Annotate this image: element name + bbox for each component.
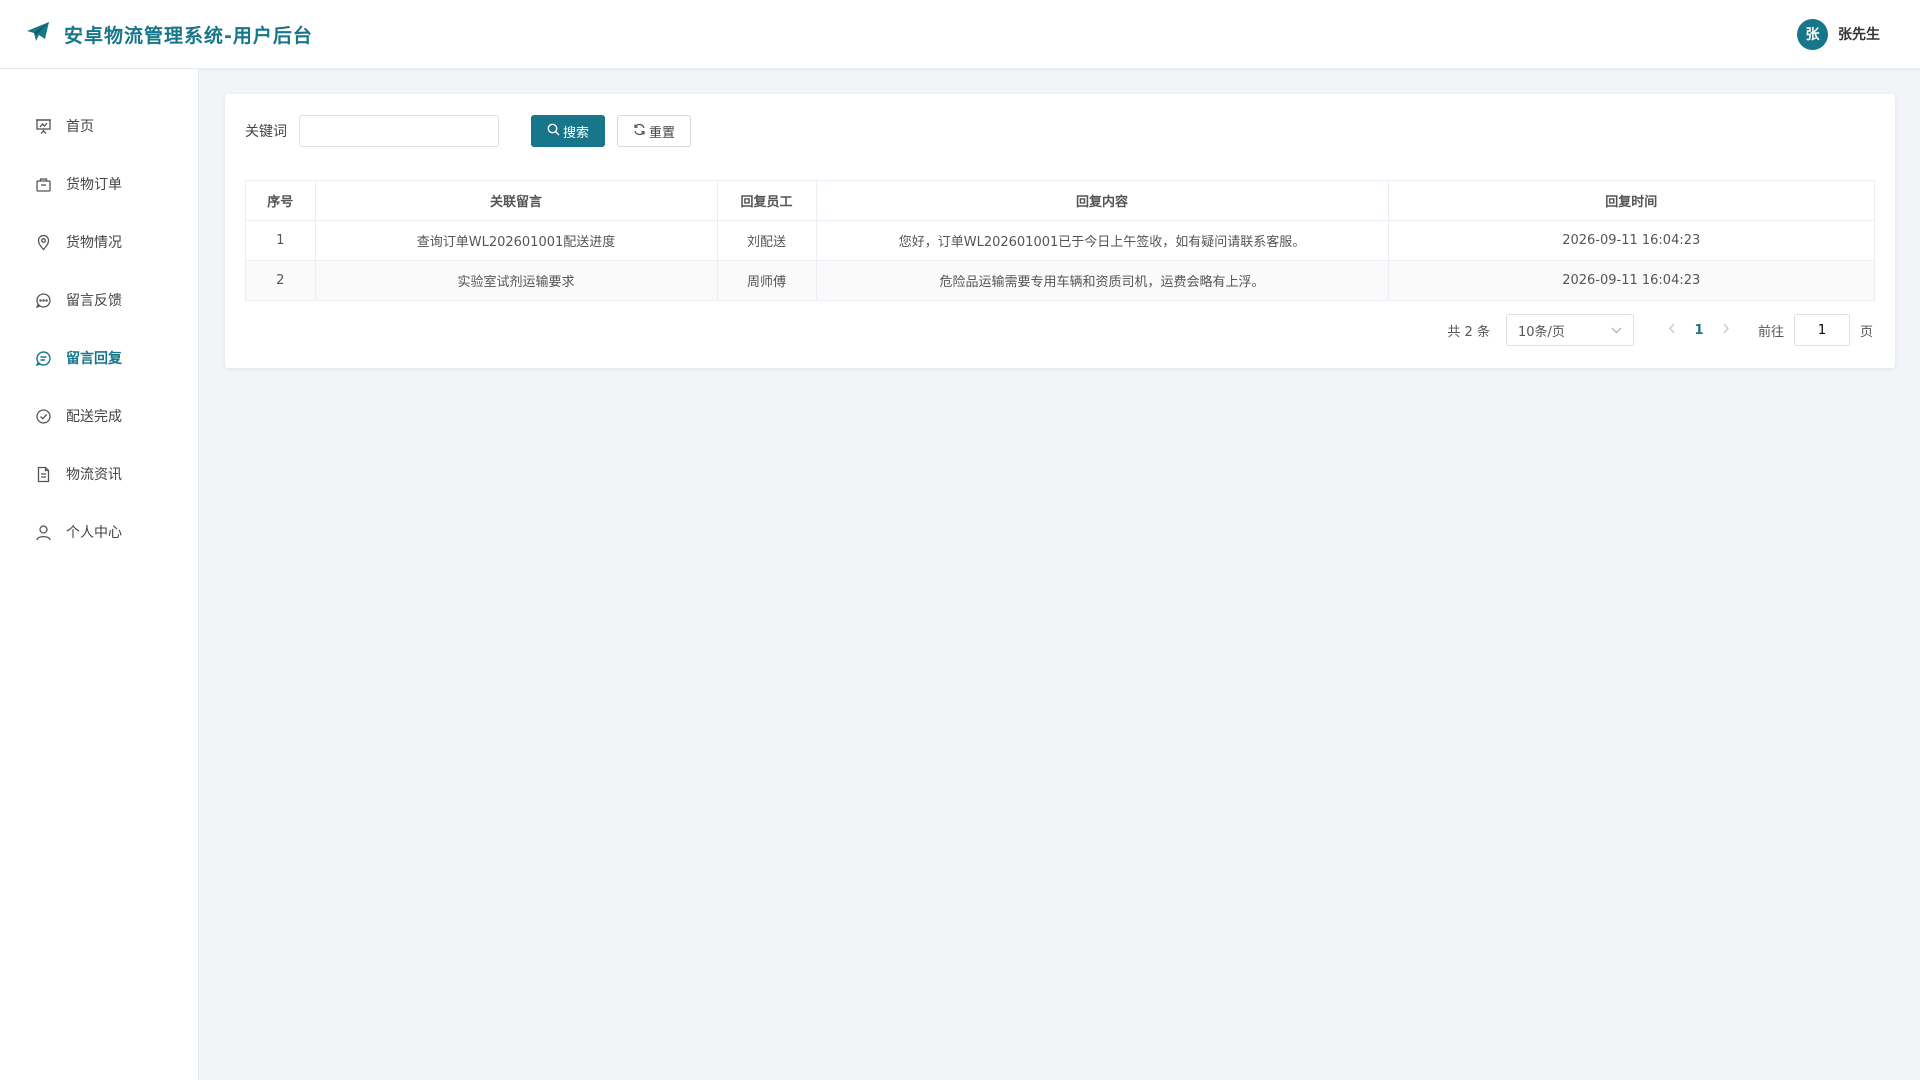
table-cell: 危险品运输需要专用车辆和资质司机，运费会略有上浮。: [816, 260, 1389, 300]
reset-button[interactable]: 重置: [617, 115, 691, 147]
next-page-button[interactable]: [1710, 322, 1742, 338]
sidebar-item-replies[interactable]: 留言回复: [0, 329, 198, 387]
column-header: 序号: [246, 181, 316, 221]
prev-page-button[interactable]: [1656, 322, 1688, 338]
sidebar-item-profile[interactable]: 个人中心: [0, 503, 198, 561]
table-row[interactable]: 1 查询订单WL202601001配送进度 刘配送 您好，订单WL2026010…: [246, 220, 1874, 261]
app-title: 安卓物流管理系统-用户后台: [64, 24, 313, 47]
document-icon: [34, 465, 52, 483]
sidebar-item-orders[interactable]: 货物订单: [0, 155, 198, 213]
keyword-input[interactable]: [299, 115, 499, 147]
goto-label: 前往: [1757, 324, 1784, 340]
goto-page-input[interactable]: [1793, 314, 1850, 346]
table-cell: 2026-09-11 16:04:23: [1388, 220, 1874, 261]
pagination: 共 2 条 10条/页 1 前往 页: [245, 314, 1875, 346]
sidebar-item-label: 配送完成: [66, 409, 122, 425]
column-header: 回复内容: [816, 181, 1389, 221]
user-icon: [34, 523, 52, 541]
brand: 安卓物流管理系统-用户后台: [26, 21, 313, 48]
sidebar-item-label: 首页: [66, 119, 94, 135]
sidebar-item-cargo-status[interactable]: 货物情况: [0, 213, 198, 271]
page-size-select[interactable]: 10条/页: [1505, 314, 1634, 346]
sidebar: 首页 货物订单 货物情况 留言反馈 留言回复 配送完成 物流资讯 个人中心: [0, 69, 199, 1080]
sidebar-item-label: 留言反馈: [66, 293, 122, 309]
sidebar-item-label: 个人中心: [66, 525, 122, 541]
column-header: 回复员工: [717, 181, 817, 221]
pagination-total: 共 2 条: [1447, 324, 1490, 340]
sidebar-item-feedback[interactable]: 留言反馈: [0, 271, 198, 329]
table-cell: 实验室试剂运输要求: [315, 260, 718, 300]
check-circle-icon: [34, 407, 52, 425]
box-icon: [34, 175, 52, 193]
table-cell: 刘配送: [717, 220, 817, 261]
table-cell: 周师傅: [717, 260, 817, 300]
reply-table: 序号 关联留言 回复员工 回复内容 回复时间 1 查询订单WL202601001…: [245, 180, 1875, 301]
paper-plane-icon: [26, 21, 50, 47]
refresh-icon: [633, 123, 646, 140]
sidebar-item-label: 物流资讯: [66, 467, 122, 483]
table-cell: 1: [246, 220, 316, 261]
table-cell: 2: [246, 260, 316, 300]
search-button[interactable]: 搜索: [531, 115, 605, 147]
presentation-icon: [34, 117, 52, 135]
table-cell: 查询订单WL202601001配送进度: [315, 220, 718, 261]
column-header: 关联留言: [315, 181, 718, 221]
keyword-label: 关键词: [245, 124, 287, 140]
location-pin-icon: [34, 233, 52, 251]
table-cell: 2026-09-11 16:04:23: [1388, 260, 1874, 300]
reply-list-card: 关键词 搜索 重置 序号 关联留言 回复员工 回复内容 回复时间 1 查询订单W…: [225, 94, 1895, 368]
avatar[interactable]: 张: [1797, 18, 1828, 50]
page-suffix-label: 页: [1859, 324, 1873, 340]
table-header-row: 序号 关联留言 回复员工 回复内容 回复时间: [246, 181, 1874, 221]
table-cell: 您好，订单WL202601001已于今日上午签收，如有疑问请联系客服。: [816, 220, 1389, 261]
top-header: 安卓物流管理系统-用户后台 张 张先生: [0, 0, 1920, 69]
sidebar-item-label: 货物订单: [66, 177, 122, 193]
page-number-current[interactable]: 1: [1688, 323, 1710, 338]
main-content: 关键词 搜索 重置 序号 关联留言 回复员工 回复内容 回复时间 1 查询订单W…: [225, 94, 1895, 368]
chat-lines-icon: [34, 349, 52, 367]
search-icon: [547, 123, 560, 140]
sidebar-item-news[interactable]: 物流资讯: [0, 445, 198, 503]
search-bar: 关键词 搜索 重置: [245, 115, 1875, 147]
reset-button-label: 重置: [648, 125, 675, 141]
user-menu[interactable]: 张 张先生: [1797, 18, 1880, 50]
user-name[interactable]: 张先生: [1838, 24, 1880, 44]
sidebar-item-label: 留言回复: [66, 351, 122, 367]
table-row[interactable]: 2 实验室试剂运输要求 周师傅 危险品运输需要专用车辆和资质司机，运费会略有上浮…: [246, 260, 1874, 300]
column-header: 回复时间: [1388, 181, 1874, 221]
search-button-label: 搜索: [562, 125, 589, 141]
sidebar-item-delivered[interactable]: 配送完成: [0, 387, 198, 445]
page-size-value: 10条/页: [1517, 324, 1565, 340]
sidebar-item-label: 货物情况: [66, 235, 122, 251]
sidebar-item-home[interactable]: 首页: [0, 97, 198, 155]
chevron-down-icon: [1611, 323, 1622, 338]
chat-dots-icon: [34, 291, 52, 309]
